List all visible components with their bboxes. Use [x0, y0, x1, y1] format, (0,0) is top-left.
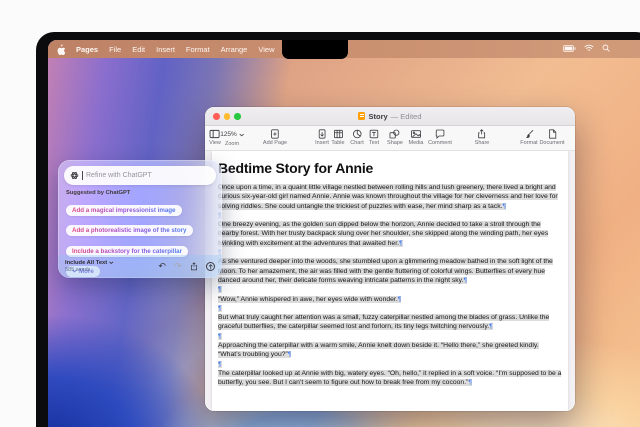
prompt-placeholder: Refine with ChatGPT — [86, 172, 152, 179]
chevron-down-icon — [239, 133, 244, 137]
camera-notch — [282, 40, 348, 59]
text-button[interactable]: Text — [369, 129, 379, 146]
insert-button[interactable]: Insert — [315, 129, 329, 146]
pilcrow-mark: ¶ — [218, 305, 222, 312]
menu-item-arrange[interactable]: Arrange — [221, 45, 248, 54]
menu-item-view[interactable]: View — [258, 45, 274, 54]
document-body: Bedtime Story for Annie Once upon a time… — [212, 151, 568, 388]
menu-item-insert[interactable]: Insert — [156, 45, 175, 54]
document-canvas: Bedtime Story for Annie Once upon a time… — [205, 151, 575, 410]
chevron-down-icon — [109, 261, 114, 265]
paragraph: But what truly caught her attention was … — [218, 313, 562, 332]
pages-window: Story — Edited View 125% Zoom Add P — [205, 107, 575, 411]
arrow-up-icon — [208, 264, 214, 270]
chatgpt-prompt-input[interactable]: Refine with ChatGPT — [64, 166, 216, 185]
paragraph: “Wow,” Annie whispered in awe, her eyes … — [218, 295, 562, 304]
empty-paragraph: ¶ — [218, 285, 562, 294]
menu-item-format[interactable]: Format — [186, 45, 210, 54]
redo-icon[interactable]: ↷ — [174, 262, 182, 271]
chart-button[interactable]: Chart — [350, 129, 363, 146]
menu-item-file[interactable]: File — [109, 45, 121, 54]
menu-item-pages[interactable]: Pages — [76, 45, 98, 54]
undo-icon[interactable]: ↶ — [158, 262, 166, 271]
chatgpt-logo-icon — [70, 171, 79, 180]
comment-button[interactable]: Comment — [428, 129, 452, 146]
empty-paragraph: ¶ — [218, 248, 562, 257]
zoom-window-button[interactable] — [234, 113, 241, 120]
add-page-button[interactable]: Add Page — [263, 129, 287, 146]
document-title: Bedtime Story for Annie — [218, 160, 562, 176]
window-edited-status: — Edited — [391, 112, 422, 121]
document-button[interactable]: Document — [539, 129, 564, 146]
pilcrow-mark: ¶ — [218, 361, 222, 368]
pages-toolbar: View 125% Zoom Add Page Insert — [205, 126, 575, 151]
empty-paragraph: ¶ — [218, 211, 562, 220]
macbook-screen: Pages File Edit Insert Format Arrange Vi… — [48, 40, 640, 427]
pilcrow-mark: ¶ — [218, 333, 222, 340]
battery-icon[interactable] — [563, 45, 576, 54]
pilcrow-mark: ¶ — [463, 277, 467, 284]
view-icon — [209, 129, 220, 139]
document-icon — [547, 129, 557, 139]
paragraph: As she ventured deeper into the woods, s… — [218, 257, 562, 285]
table-button[interactable]: Table — [331, 129, 344, 146]
pilcrow-mark: ¶ — [218, 286, 222, 293]
suggestion-pill[interactable]: Add a photorealistic image of the story — [66, 225, 193, 236]
pages-document-icon — [358, 112, 365, 120]
send-button[interactable] — [206, 262, 216, 272]
pilcrow-mark: ¶ — [489, 323, 493, 330]
document-page[interactable]: Bedtime Story for Annie Once upon a time… — [212, 151, 568, 410]
pilcrow-mark: ¶ — [399, 240, 403, 247]
pilcrow-mark: ¶ — [468, 379, 472, 386]
paragraph: Once upon a time, in a quaint little vil… — [218, 183, 562, 211]
chart-icon — [352, 129, 362, 139]
pilcrow-mark: ¶ — [288, 351, 292, 358]
view-button[interactable]: View — [209, 129, 221, 146]
wifi-icon[interactable] — [584, 44, 594, 54]
share-button[interactable]: Share — [475, 129, 490, 146]
paragraph: Approaching the caterpillar with a warm … — [218, 341, 562, 360]
word-count: 585 words — [65, 267, 114, 273]
include-all-text-dropdown[interactable]: Include All Text 585 words — [65, 260, 114, 273]
empty-paragraph: ¶ — [218, 360, 562, 369]
comment-icon — [435, 129, 445, 139]
share-icon — [477, 129, 487, 139]
minimize-window-button[interactable] — [224, 113, 231, 120]
format-icon — [524, 129, 534, 139]
empty-paragraph: ¶ — [218, 332, 562, 341]
text-icon — [369, 129, 379, 139]
share-icon[interactable] — [190, 258, 198, 276]
window-title: Story — [368, 112, 387, 121]
paragraph: One breezy evening, as the golden sun di… — [218, 220, 562, 248]
marketing-canvas: Pages File Edit Insert Format Arrange Vi… — [0, 0, 640, 427]
suggestion-pill[interactable]: Add a magical impressionist image — [66, 205, 182, 216]
panel-footer: Include All Text 585 words ↶ ↷ — [58, 255, 222, 278]
text-caret — [82, 171, 83, 180]
format-button[interactable]: Format — [520, 129, 537, 146]
add-page-icon — [270, 129, 280, 139]
suggested-by-chatgpt-label: Suggested by ChatGPT — [66, 190, 214, 196]
pilcrow-mark: ¶ — [503, 203, 507, 210]
pilcrow-mark: ¶ — [398, 296, 402, 303]
table-icon — [333, 129, 343, 139]
shape-button[interactable]: Shape — [387, 129, 403, 146]
media-icon — [410, 129, 421, 139]
close-window-button[interactable] — [213, 113, 220, 120]
apple-menu-icon[interactable] — [56, 44, 65, 55]
refine-with-chatgpt-panel: Refine with ChatGPT Suggested by ChatGPT… — [58, 160, 222, 278]
media-button[interactable]: Media — [409, 129, 424, 146]
paragraph: The caterpillar looked up at Annie with … — [218, 369, 562, 388]
menu-item-edit[interactable]: Edit — [132, 45, 145, 54]
empty-paragraph: ¶ — [218, 304, 562, 313]
insert-icon — [317, 129, 327, 139]
zoom-dropdown[interactable]: 125% Zoom — [220, 129, 244, 147]
window-title-bar: Story — Edited — [205, 107, 575, 126]
shape-icon — [390, 129, 401, 139]
search-icon[interactable] — [602, 44, 610, 54]
